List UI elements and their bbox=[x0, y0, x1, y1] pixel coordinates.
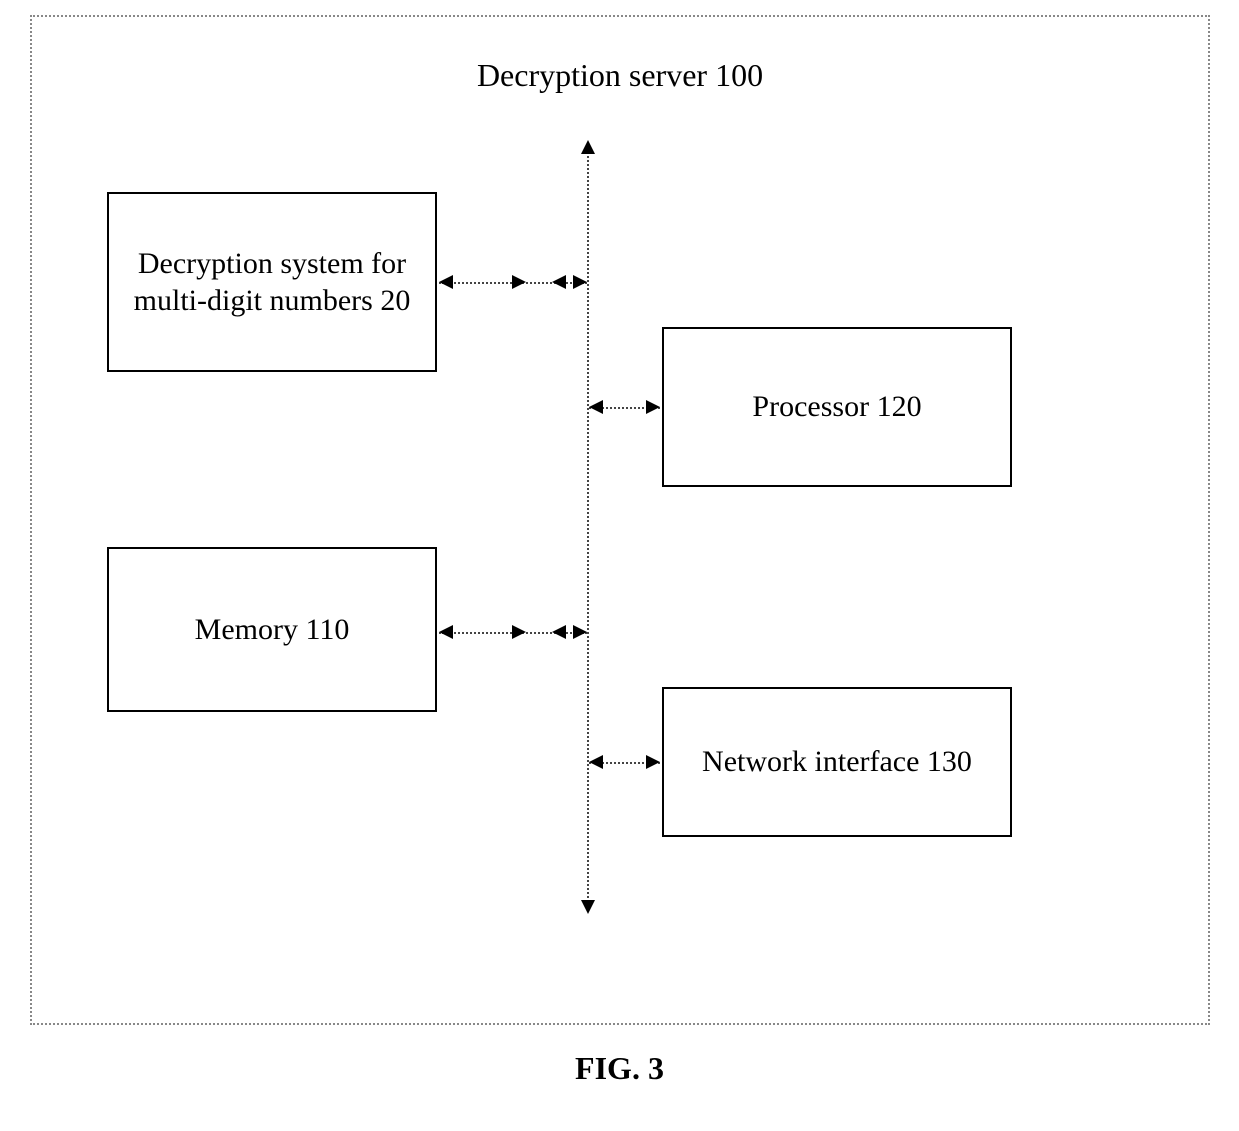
decryption-system-box: Decryption system for multi-digit number… bbox=[107, 192, 437, 372]
arrow-left-icon bbox=[552, 625, 566, 639]
arrow-right-icon bbox=[573, 625, 587, 639]
memory-box: Memory 110 bbox=[107, 547, 437, 712]
bus-arrow-down-icon bbox=[581, 900, 595, 914]
processor-box: Processor 120 bbox=[662, 327, 1012, 487]
diagram-title: Decryption server 100 bbox=[32, 57, 1208, 94]
network-interface-box: Network interface 130 bbox=[662, 687, 1012, 837]
arrow-left-icon bbox=[439, 625, 453, 639]
figure-label: FIG. 3 bbox=[0, 1050, 1239, 1087]
arrow-left-icon bbox=[589, 755, 603, 769]
bus-arrow-up-icon bbox=[581, 140, 595, 154]
arrow-right-icon bbox=[646, 400, 660, 414]
arrow-right-icon bbox=[512, 275, 526, 289]
arrow-left-icon bbox=[589, 400, 603, 414]
arrow-right-icon bbox=[573, 275, 587, 289]
bus-line bbox=[587, 152, 589, 902]
network-interface-label: Network interface 130 bbox=[702, 743, 972, 781]
memory-label: Memory 110 bbox=[195, 611, 350, 649]
decryption-system-label: Decryption system for multi-digit number… bbox=[119, 245, 425, 320]
arrow-left-icon bbox=[552, 275, 566, 289]
processor-label: Processor 120 bbox=[752, 388, 921, 426]
arrow-right-icon bbox=[512, 625, 526, 639]
server-container: Decryption server 100 Decryption system … bbox=[30, 15, 1210, 1025]
arrow-left-icon bbox=[439, 275, 453, 289]
arrow-right-icon bbox=[646, 755, 660, 769]
